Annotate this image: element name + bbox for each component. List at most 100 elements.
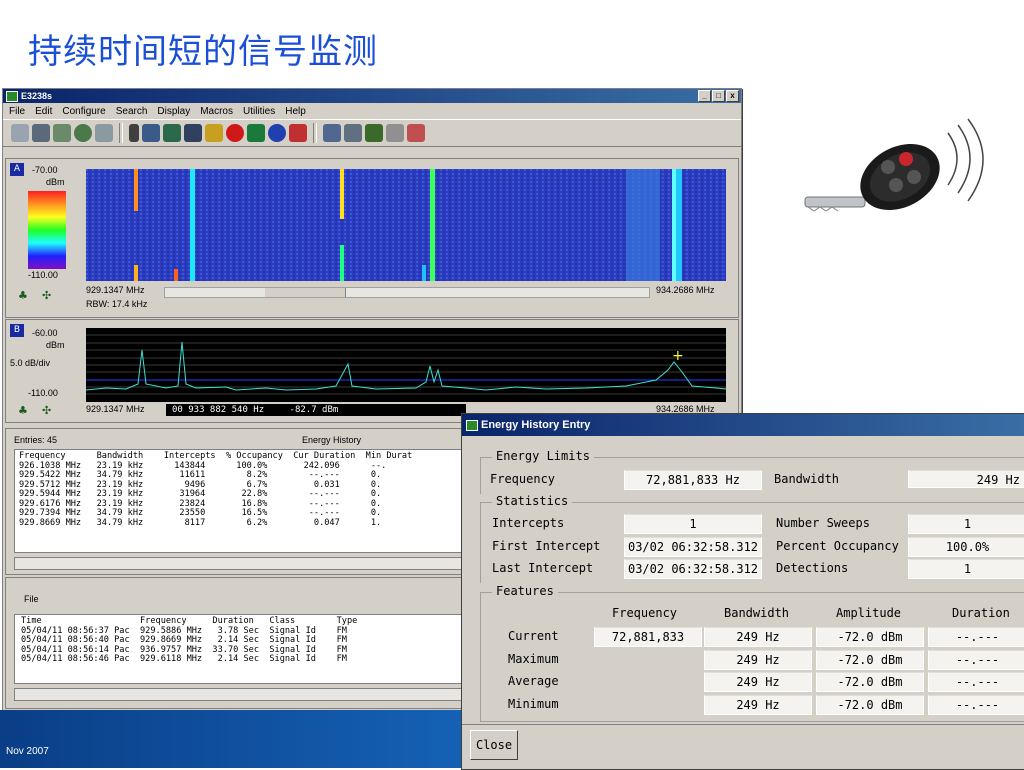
display-icon[interactable] bbox=[142, 124, 160, 142]
menubar: File Edit Configure Search Display Macro… bbox=[3, 103, 741, 119]
toolbar-separator bbox=[313, 123, 317, 143]
first-intercept-value: 03/02 06:32:58.312 bbox=[624, 537, 762, 557]
direction-finding-icon[interactable] bbox=[268, 124, 286, 142]
waterfall-rbw: RBW: 17.4 kHz bbox=[86, 299, 148, 309]
zoom-in-icon[interactable]: ♣ bbox=[18, 289, 28, 302]
menu-utilities[interactable]: Utilities bbox=[243, 106, 275, 117]
percent-occupancy-label: Percent Occupancy bbox=[776, 539, 899, 553]
waterfall-stop-freq: 934.2686 MHz bbox=[656, 285, 715, 295]
features-row-minimum-label: Minimum bbox=[508, 697, 559, 711]
current-duration: --.--- bbox=[928, 627, 1024, 647]
detections-value: 1 bbox=[908, 559, 1024, 579]
signal-icon[interactable] bbox=[95, 124, 113, 142]
current-bandwidth: 249 Hz bbox=[704, 627, 812, 647]
trash-icon[interactable] bbox=[386, 124, 404, 142]
average-duration: --.--- bbox=[928, 672, 1024, 692]
features-row-current-label: Current bbox=[508, 629, 559, 643]
peak-search-icon[interactable]: ✣ bbox=[42, 404, 51, 417]
menu-macros[interactable]: Macros bbox=[200, 106, 233, 117]
menu-configure[interactable]: Configure bbox=[62, 106, 105, 117]
limits-bandwidth-label: Bandwidth bbox=[774, 472, 840, 486]
energy-history-entry-dialog: Energy History Entry Energy Limits Frequ… bbox=[461, 413, 1024, 770]
level-meter-icon[interactable] bbox=[289, 124, 307, 142]
dialog-titlebar: Energy History Entry bbox=[462, 414, 1024, 436]
toolbar bbox=[3, 119, 741, 147]
menu-help[interactable]: Help bbox=[285, 106, 306, 117]
waterfall-top-level: -70.00 bbox=[32, 165, 58, 175]
spectrum-top-level: -60.00 bbox=[32, 328, 58, 338]
menu-display[interactable]: Display bbox=[157, 106, 190, 117]
spectrum-panel: B -60.00 dBm 5.0 dB/div -110.00 ♣ ✣ + 92… bbox=[5, 319, 739, 423]
features-header-bandwidth: Bandwidth bbox=[724, 606, 790, 620]
file-heading: File bbox=[24, 594, 39, 604]
features-header-duration: Duration bbox=[952, 606, 1010, 620]
number-sweeps-label: Number Sweeps bbox=[776, 516, 870, 530]
close-window-button[interactable]: x bbox=[726, 90, 739, 102]
dialog-button-bar bbox=[462, 724, 1024, 725]
waterfall-scrollbar[interactable] bbox=[164, 287, 650, 298]
slide-title: 持续时间短的信号监测 bbox=[28, 32, 378, 72]
last-intercept-value: 03/02 06:32:58.312 bbox=[624, 559, 762, 579]
maximum-bandwidth: 249 Hz bbox=[704, 650, 812, 670]
features-row-average-label: Average bbox=[508, 674, 559, 688]
tools-icon[interactable] bbox=[407, 124, 425, 142]
color-scale-bar bbox=[28, 191, 66, 269]
entries-count: Entries: 45 bbox=[14, 435, 58, 445]
waterfall-panel: A -70.00 dBm -110.00 ♣ ✣ 929.1347 MHz 93… bbox=[5, 158, 739, 318]
monitor-icon[interactable] bbox=[344, 124, 362, 142]
marker-readout: 00 933 882 540 Hz -82.7 dBm bbox=[166, 404, 466, 416]
features-header-amplitude: Amplitude bbox=[836, 606, 902, 620]
limits-frequency-label: Frequency bbox=[490, 472, 556, 486]
receiver-icon[interactable] bbox=[32, 124, 50, 142]
average-amplitude: -72.0 dBm bbox=[816, 672, 924, 692]
limits-frequency-value: 72,881,833 Hz bbox=[624, 470, 762, 490]
app-icon bbox=[6, 90, 18, 102]
intercepts-value: 1 bbox=[624, 514, 762, 534]
intercepts-label: Intercepts bbox=[492, 516, 565, 530]
marker-frequency: 00 933 882 540 Hz bbox=[172, 405, 265, 415]
current-frequency: 72,881,833 bbox=[594, 627, 702, 647]
minimum-bandwidth: 249 Hz bbox=[704, 695, 812, 715]
list-icon[interactable] bbox=[323, 124, 341, 142]
map-icon[interactable] bbox=[365, 124, 383, 142]
app-title: E3238s bbox=[21, 91, 53, 101]
scrollbar-thumb[interactable] bbox=[265, 288, 346, 297]
maximum-duration: --.--- bbox=[928, 650, 1024, 670]
antenna-icon[interactable] bbox=[11, 124, 29, 142]
globe-icon[interactable] bbox=[74, 124, 92, 142]
spectrum-bottom-level: -110.00 bbox=[28, 388, 58, 398]
counter-icon[interactable] bbox=[247, 124, 265, 142]
waterfall-icon[interactable] bbox=[184, 124, 202, 142]
menu-search[interactable]: Search bbox=[116, 106, 148, 117]
svg-text:+: + bbox=[672, 348, 684, 364]
tuner-icon[interactable] bbox=[53, 124, 71, 142]
spectrum-icon[interactable] bbox=[163, 124, 181, 142]
traffic-light-icon[interactable] bbox=[129, 124, 139, 142]
features-header-frequency: Frequency bbox=[612, 606, 678, 620]
limits-bandwidth-value: 249 Hz bbox=[908, 470, 1024, 488]
filter-icon[interactable] bbox=[205, 124, 223, 142]
spectrum-start-freq: 929.1347 MHz bbox=[86, 404, 145, 414]
close-button[interactable]: Close bbox=[470, 730, 518, 760]
peak-search-icon[interactable]: ✣ bbox=[42, 289, 51, 302]
spectrum-display: + bbox=[86, 328, 726, 402]
menu-edit[interactable]: Edit bbox=[35, 106, 52, 117]
minimize-button[interactable]: _ bbox=[698, 90, 711, 102]
maximize-button[interactable]: □ bbox=[712, 90, 725, 102]
current-amplitude: -72.0 dBm bbox=[816, 627, 924, 647]
panel-b-badge: B bbox=[10, 324, 24, 337]
spectrum-unit: dBm bbox=[46, 340, 65, 350]
statistics-label: Statistics bbox=[492, 494, 573, 508]
app-titlebar: E3238s _ □ x bbox=[3, 89, 741, 103]
energy-limits-label: Energy Limits bbox=[492, 449, 594, 463]
record-icon[interactable] bbox=[226, 124, 244, 142]
minimum-duration: --.--- bbox=[928, 695, 1024, 715]
features-label: Features bbox=[492, 584, 558, 598]
number-sweeps-value: 1 bbox=[908, 514, 1024, 534]
zoom-in-icon[interactable]: ♣ bbox=[18, 404, 28, 417]
toolbar-separator bbox=[119, 123, 123, 143]
menu-file[interactable]: File bbox=[9, 106, 25, 117]
minimum-amplitude: -72.0 dBm bbox=[816, 695, 924, 715]
car-key-fob-image bbox=[804, 118, 984, 212]
marker-amplitude: -82.7 dBm bbox=[289, 405, 339, 415]
